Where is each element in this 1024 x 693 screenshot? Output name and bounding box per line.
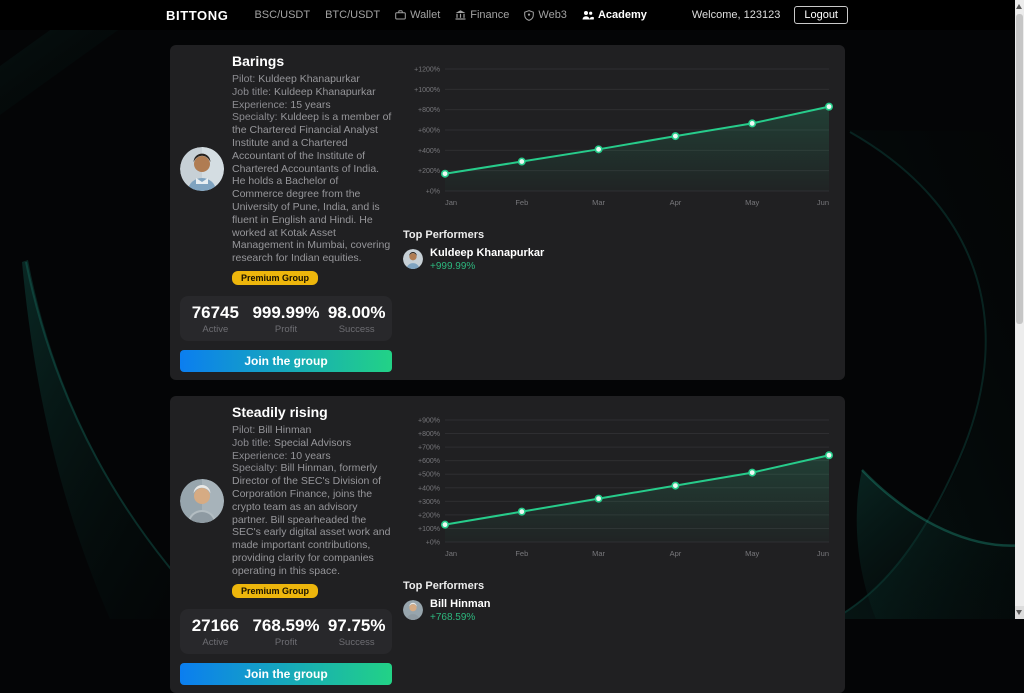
performer-change: +999.99% bbox=[430, 261, 544, 272]
nav-item-wallet[interactable]: Wallet bbox=[395, 9, 440, 21]
svg-text:Jan: Jan bbox=[445, 549, 457, 558]
top-performers-title: Top Performers bbox=[403, 229, 835, 241]
specialty-detail: Specialty: Bill Hinman, formerly Directo… bbox=[232, 462, 392, 577]
scroll-down-icon bbox=[1016, 610, 1022, 615]
svg-text:+600%: +600% bbox=[418, 128, 440, 135]
experience-detail: Experience: 15 years bbox=[232, 99, 392, 112]
bank-icon bbox=[455, 10, 466, 20]
group-title: Barings bbox=[232, 53, 392, 69]
job-title-detail: Job title: Kuldeep Khanapurkar bbox=[232, 86, 392, 99]
svg-text:Feb: Feb bbox=[515, 198, 528, 207]
stat-active: 27166 Active bbox=[180, 616, 251, 648]
group-title: Steadily rising bbox=[232, 404, 392, 420]
people-icon bbox=[582, 10, 594, 20]
svg-text:+900%: +900% bbox=[418, 417, 440, 424]
scroll-up-button[interactable] bbox=[1015, 0, 1024, 13]
stat-profit: 999.99% Profit bbox=[251, 303, 322, 335]
svg-text:May: May bbox=[745, 198, 759, 207]
performance-chart: +0% +200% +400% +600% +800% +1000% +1200% Jan Fe… bbox=[403, 59, 835, 216]
specialty-detail: Specialty: Kuldeep is a member of the Ch… bbox=[232, 111, 392, 265]
pilot-avatar bbox=[180, 147, 224, 191]
premium-badge: Premium Group bbox=[232, 271, 318, 285]
svg-text:+400%: +400% bbox=[418, 148, 440, 155]
scrollbar-thumb[interactable] bbox=[1016, 14, 1023, 324]
job-title-detail: Job title: Special Advisors bbox=[232, 437, 392, 450]
stats-panel: 76745 Active 999.99% Profit 98.00% Succe… bbox=[180, 296, 392, 341]
top-performer-row: Kuldeep Khanapurkar +999.99% bbox=[403, 247, 835, 272]
performer-name: Kuldeep Khanapurkar bbox=[430, 247, 544, 260]
premium-badge: Premium Group bbox=[232, 584, 318, 598]
svg-text:+500%: +500% bbox=[418, 472, 440, 479]
pilot-detail: Pilot: Bill Hinman bbox=[232, 424, 392, 437]
stat-profit: 768.59% Profit bbox=[251, 616, 322, 648]
svg-text:+600%: +600% bbox=[418, 458, 440, 465]
svg-text:Jun: Jun bbox=[817, 198, 829, 207]
svg-text:+0%: +0% bbox=[426, 189, 440, 196]
stat-active: 76745 Active bbox=[180, 303, 251, 335]
svg-text:+200%: +200% bbox=[418, 512, 440, 519]
scroll-up-icon bbox=[1016, 4, 1022, 9]
svg-text:+1200%: +1200% bbox=[414, 67, 440, 74]
performer-avatar bbox=[403, 600, 423, 620]
performer-avatar bbox=[403, 249, 423, 269]
svg-text:+200%: +200% bbox=[418, 168, 440, 175]
svg-text:+0%: +0% bbox=[426, 539, 440, 546]
top-bar: BITTONG BSC/USDT BTC/USDT Wallet Web3 Fi… bbox=[0, 0, 1024, 30]
svg-text:May: May bbox=[745, 549, 759, 558]
stat-success: 97.75% Success bbox=[321, 616, 392, 648]
svg-text:+1000%: +1000% bbox=[414, 87, 440, 94]
svg-text:Mar: Mar bbox=[592, 198, 605, 207]
briefcase-icon bbox=[395, 10, 406, 20]
group-card-barings: Barings Pilot: Kuldeep Khanapurkar Job t… bbox=[170, 45, 845, 380]
svg-text:Feb: Feb bbox=[515, 549, 528, 558]
join-group-button[interactable]: Join the group bbox=[180, 663, 392, 685]
stat-success: 98.00% Success bbox=[321, 303, 392, 335]
nav-item-web3[interactable]: Web3 bbox=[524, 9, 567, 21]
svg-text:Mar: Mar bbox=[592, 549, 605, 558]
svg-text:+100%: +100% bbox=[418, 526, 440, 533]
scroll-down-button[interactable] bbox=[1015, 606, 1024, 619]
pilot-detail: Pilot: Kuldeep Khanapurkar bbox=[232, 73, 392, 86]
performer-change: +768.59% bbox=[430, 612, 491, 623]
top-performers-title: Top Performers bbox=[403, 580, 835, 592]
svg-text:Apr: Apr bbox=[670, 198, 682, 207]
pilot-avatar bbox=[180, 479, 224, 523]
welcome-text: Welcome, 123123 bbox=[692, 9, 780, 21]
svg-text:+300%: +300% bbox=[418, 499, 440, 506]
stats-panel: 27166 Active 768.59% Profit 97.75% Succe… bbox=[180, 609, 392, 654]
brand-logo[interactable]: BITTONG bbox=[166, 8, 228, 23]
experience-detail: Experience: 10 years bbox=[232, 450, 392, 463]
group-card-steadily-rising: Steadily rising Pilot: Bill Hinman Job t… bbox=[170, 396, 845, 693]
shield-icon bbox=[524, 10, 534, 21]
nav-item-bsc-usdt[interactable]: BSC/USDT bbox=[254, 9, 310, 21]
performance-chart: +0% +100% +200% +300% +400% +500% +600% +700% +8… bbox=[403, 410, 835, 567]
svg-text:Jun: Jun bbox=[817, 549, 829, 558]
performer-name: Bill Hinman bbox=[430, 598, 491, 611]
svg-text:Apr: Apr bbox=[670, 549, 682, 558]
join-group-button[interactable]: Join the group bbox=[180, 350, 392, 372]
content: Barings Pilot: Kuldeep Khanapurkar Job t… bbox=[170, 45, 845, 693]
main-nav: BSC/USDT BTC/USDT Wallet Web3 Finance bbox=[254, 9, 646, 21]
logout-button[interactable]: Logout bbox=[794, 6, 848, 24]
svg-text:Jan: Jan bbox=[445, 198, 457, 207]
nav-item-finance[interactable]: Web3 Finance bbox=[455, 9, 509, 21]
svg-text:+800%: +800% bbox=[418, 431, 440, 438]
svg-text:+700%: +700% bbox=[418, 445, 440, 452]
svg-text:+800%: +800% bbox=[418, 107, 440, 114]
vertical-scrollbar[interactable] bbox=[1015, 0, 1024, 619]
svg-text:+400%: +400% bbox=[418, 485, 440, 492]
nav-item-btc-usdt[interactable]: BTC/USDT bbox=[325, 9, 380, 21]
nav-item-academy[interactable]: Academy bbox=[582, 9, 647, 21]
